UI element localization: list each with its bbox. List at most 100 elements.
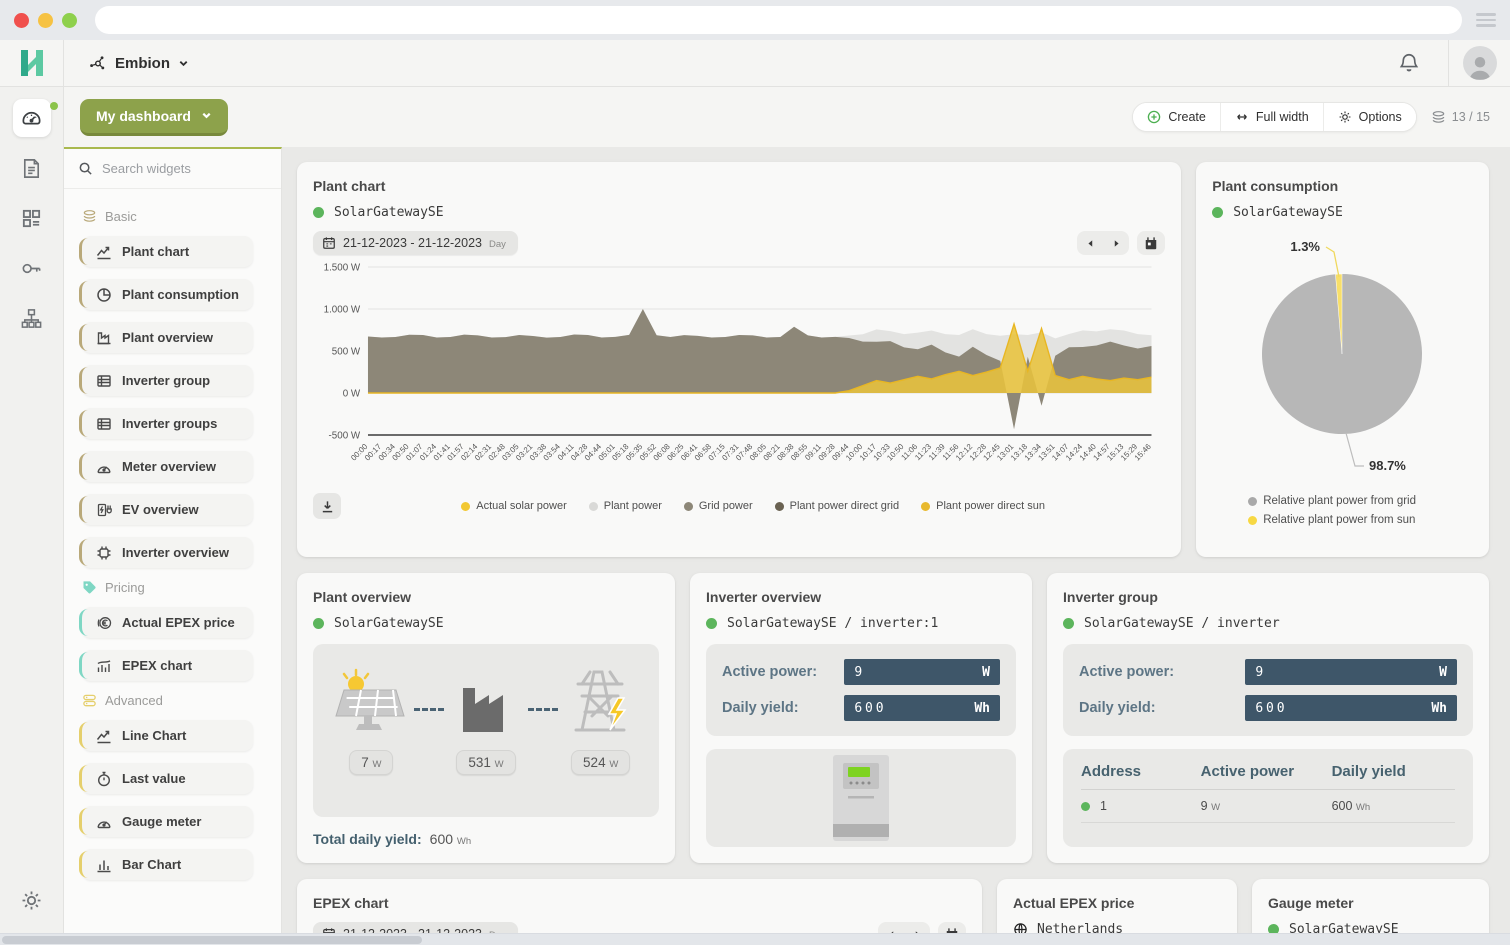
legend-dot	[1248, 497, 1257, 506]
status-dot	[706, 618, 717, 629]
app-header: Embion	[0, 40, 1510, 87]
dashboard-selector-button[interactable]: My dashboard	[80, 99, 228, 136]
prev-period-button[interactable]	[1077, 231, 1103, 255]
widget-title: Plant overview	[313, 589, 659, 605]
accent-arc	[79, 609, 88, 636]
next-period-button[interactable]	[1103, 231, 1129, 255]
widget-item-label: Actual EPEX price	[122, 615, 235, 630]
legend-item-relative-plant-power-from-sun[interactable]: Relative plant power from sun	[1248, 514, 1473, 526]
svg-text:0 W: 0 W	[343, 388, 361, 399]
org-selector[interactable]: Embion	[64, 40, 189, 86]
horizontal-scrollbar[interactable]	[0, 933, 1510, 945]
factory-icon	[96, 330, 112, 346]
dashboard-selector-label: My dashboard	[96, 108, 191, 124]
price-icon	[96, 615, 112, 631]
nav-dashboards[interactable]	[13, 99, 51, 137]
accent-arc	[79, 367, 88, 394]
widget-item-epex-chart[interactable]: EPEX chart	[82, 650, 253, 681]
svg-text:-500 W: -500 W	[329, 430, 361, 441]
widget-item-plant-overview[interactable]: Plant overview	[82, 322, 253, 353]
epexchart-icon	[96, 658, 112, 674]
arrows-horizontal-icon	[1235, 110, 1249, 124]
widget-item-plant-chart[interactable]: Plant chart	[82, 236, 253, 267]
section-label: Pricing	[105, 580, 145, 595]
active-indicator-dot	[50, 102, 58, 110]
create-button[interactable]: Create	[1133, 103, 1220, 131]
pie-icon	[96, 287, 112, 303]
maximize-window-button[interactable]	[62, 13, 77, 28]
date-range-picker[interactable]: 21-12-2023 - 21-12-2023 Day	[313, 231, 518, 255]
nav-settings[interactable]	[13, 881, 51, 919]
legend-item-grid-power[interactable]: Grid power	[684, 500, 753, 512]
status-dot	[313, 618, 324, 629]
avatar-cell	[1448, 40, 1510, 86]
app-logo[interactable]	[0, 40, 64, 86]
avatar[interactable]	[1463, 46, 1497, 80]
widget-item-line-chart[interactable]: Line Chart	[82, 720, 253, 751]
svg-text:98.7%: 98.7%	[1369, 458, 1406, 473]
layers-icon	[82, 209, 97, 224]
legend-item-relative-plant-power-from-grid[interactable]: Relative plant power from grid	[1248, 495, 1473, 507]
section-label: Advanced	[105, 693, 163, 708]
widget-item-inverter-overview[interactable]: Inverter overview	[82, 537, 253, 568]
legend-dot	[461, 502, 470, 511]
gauge-icon	[96, 814, 112, 830]
url-bar[interactable]	[95, 6, 1462, 34]
search-input[interactable]	[102, 161, 267, 176]
plant-chart-canvas: 1.500 W1.000 W500 W0 W-500 W00:0000:1700…	[313, 259, 1165, 491]
col-address: Address	[1081, 763, 1201, 790]
window-controls	[14, 13, 77, 28]
widget-item-inverter-group[interactable]: Inverter group	[82, 365, 253, 396]
chip-icon	[96, 545, 112, 561]
dashboard-toolbar: My dashboard Create Full width Options	[64, 87, 1510, 147]
nav-access-keys[interactable]	[13, 249, 51, 287]
inverter-values-panel: Active power: 9 W Daily yield: 600	[706, 644, 1016, 736]
widget-item-label: Inverter group	[122, 373, 210, 388]
widget-item-gauge-meter[interactable]: Gauge meter	[82, 806, 253, 837]
legend-label: Actual solar power	[476, 500, 567, 512]
status-dot	[1212, 207, 1223, 218]
daily-yield-value-box: 600 Wh	[844, 695, 1000, 721]
widget-item-bar-chart[interactable]: Bar Chart	[82, 849, 253, 880]
jump-to-today-button[interactable]	[1137, 231, 1165, 255]
full-width-button[interactable]: Full width	[1220, 103, 1323, 131]
options-button[interactable]: Options	[1323, 103, 1416, 131]
widget-item-plant-consumption[interactable]: Plant consumption	[82, 279, 253, 310]
legend-item-actual-solar-power[interactable]: Actual solar power	[461, 500, 567, 512]
nav-invoices[interactable]	[13, 149, 51, 187]
widget-item-label: Inverter overview	[122, 545, 229, 560]
widget-item-label: Plant consumption	[122, 287, 239, 302]
device-name: SolarGatewaySE	[334, 205, 444, 220]
create-label: Create	[1168, 110, 1206, 124]
widget-item-inverter-groups[interactable]: Inverter groups	[82, 408, 253, 439]
status-dot	[1063, 618, 1074, 629]
minimize-window-button[interactable]	[38, 13, 53, 28]
table-icon	[96, 416, 112, 432]
widget-item-label: Plant chart	[122, 244, 189, 259]
energy-flow-panel: 7 W	[313, 644, 659, 817]
plant-chart-legend: Actual solar power Plant power Grid power P…	[341, 500, 1165, 512]
widget-item-last-value[interactable]: Last value	[82, 763, 253, 794]
notifications-bell-icon[interactable]	[1398, 52, 1420, 74]
legend-item-plant-power-direct-sun[interactable]: Plant power direct sun	[921, 500, 1045, 512]
plant-power-value: 531 W	[456, 750, 515, 775]
download-chart-button[interactable]	[313, 493, 341, 519]
close-window-button[interactable]	[14, 13, 29, 28]
widget-item-ev-overview[interactable]: EV overview	[82, 494, 253, 525]
widget-item-meter-overview[interactable]: Meter overview	[82, 451, 253, 482]
legend-item-plant-power-direct-grid[interactable]: Plant power direct grid	[775, 500, 899, 512]
scrollbar-thumb[interactable]	[2, 936, 422, 944]
widget-item-actual-epex-price[interactable]: Actual EPEX price	[82, 607, 253, 638]
browser-menu-icon[interactable]	[1476, 13, 1496, 27]
nav-topology[interactable]	[13, 299, 51, 337]
col-daily-yield: Daily yield	[1332, 763, 1455, 790]
widget-item-label: Meter overview	[122, 459, 216, 474]
hub-icon	[88, 54, 107, 73]
nav-rail	[0, 87, 64, 945]
browser-chrome	[0, 0, 1510, 40]
nav-widgets[interactable]	[13, 199, 51, 237]
legend-label: Plant power direct sun	[936, 500, 1045, 512]
triangle-left-icon	[1085, 238, 1096, 249]
legend-item-plant-power[interactable]: Plant power	[589, 500, 662, 512]
widget-sidebar: BasicPlant chartPlant consumptionPlant o…	[64, 147, 282, 945]
